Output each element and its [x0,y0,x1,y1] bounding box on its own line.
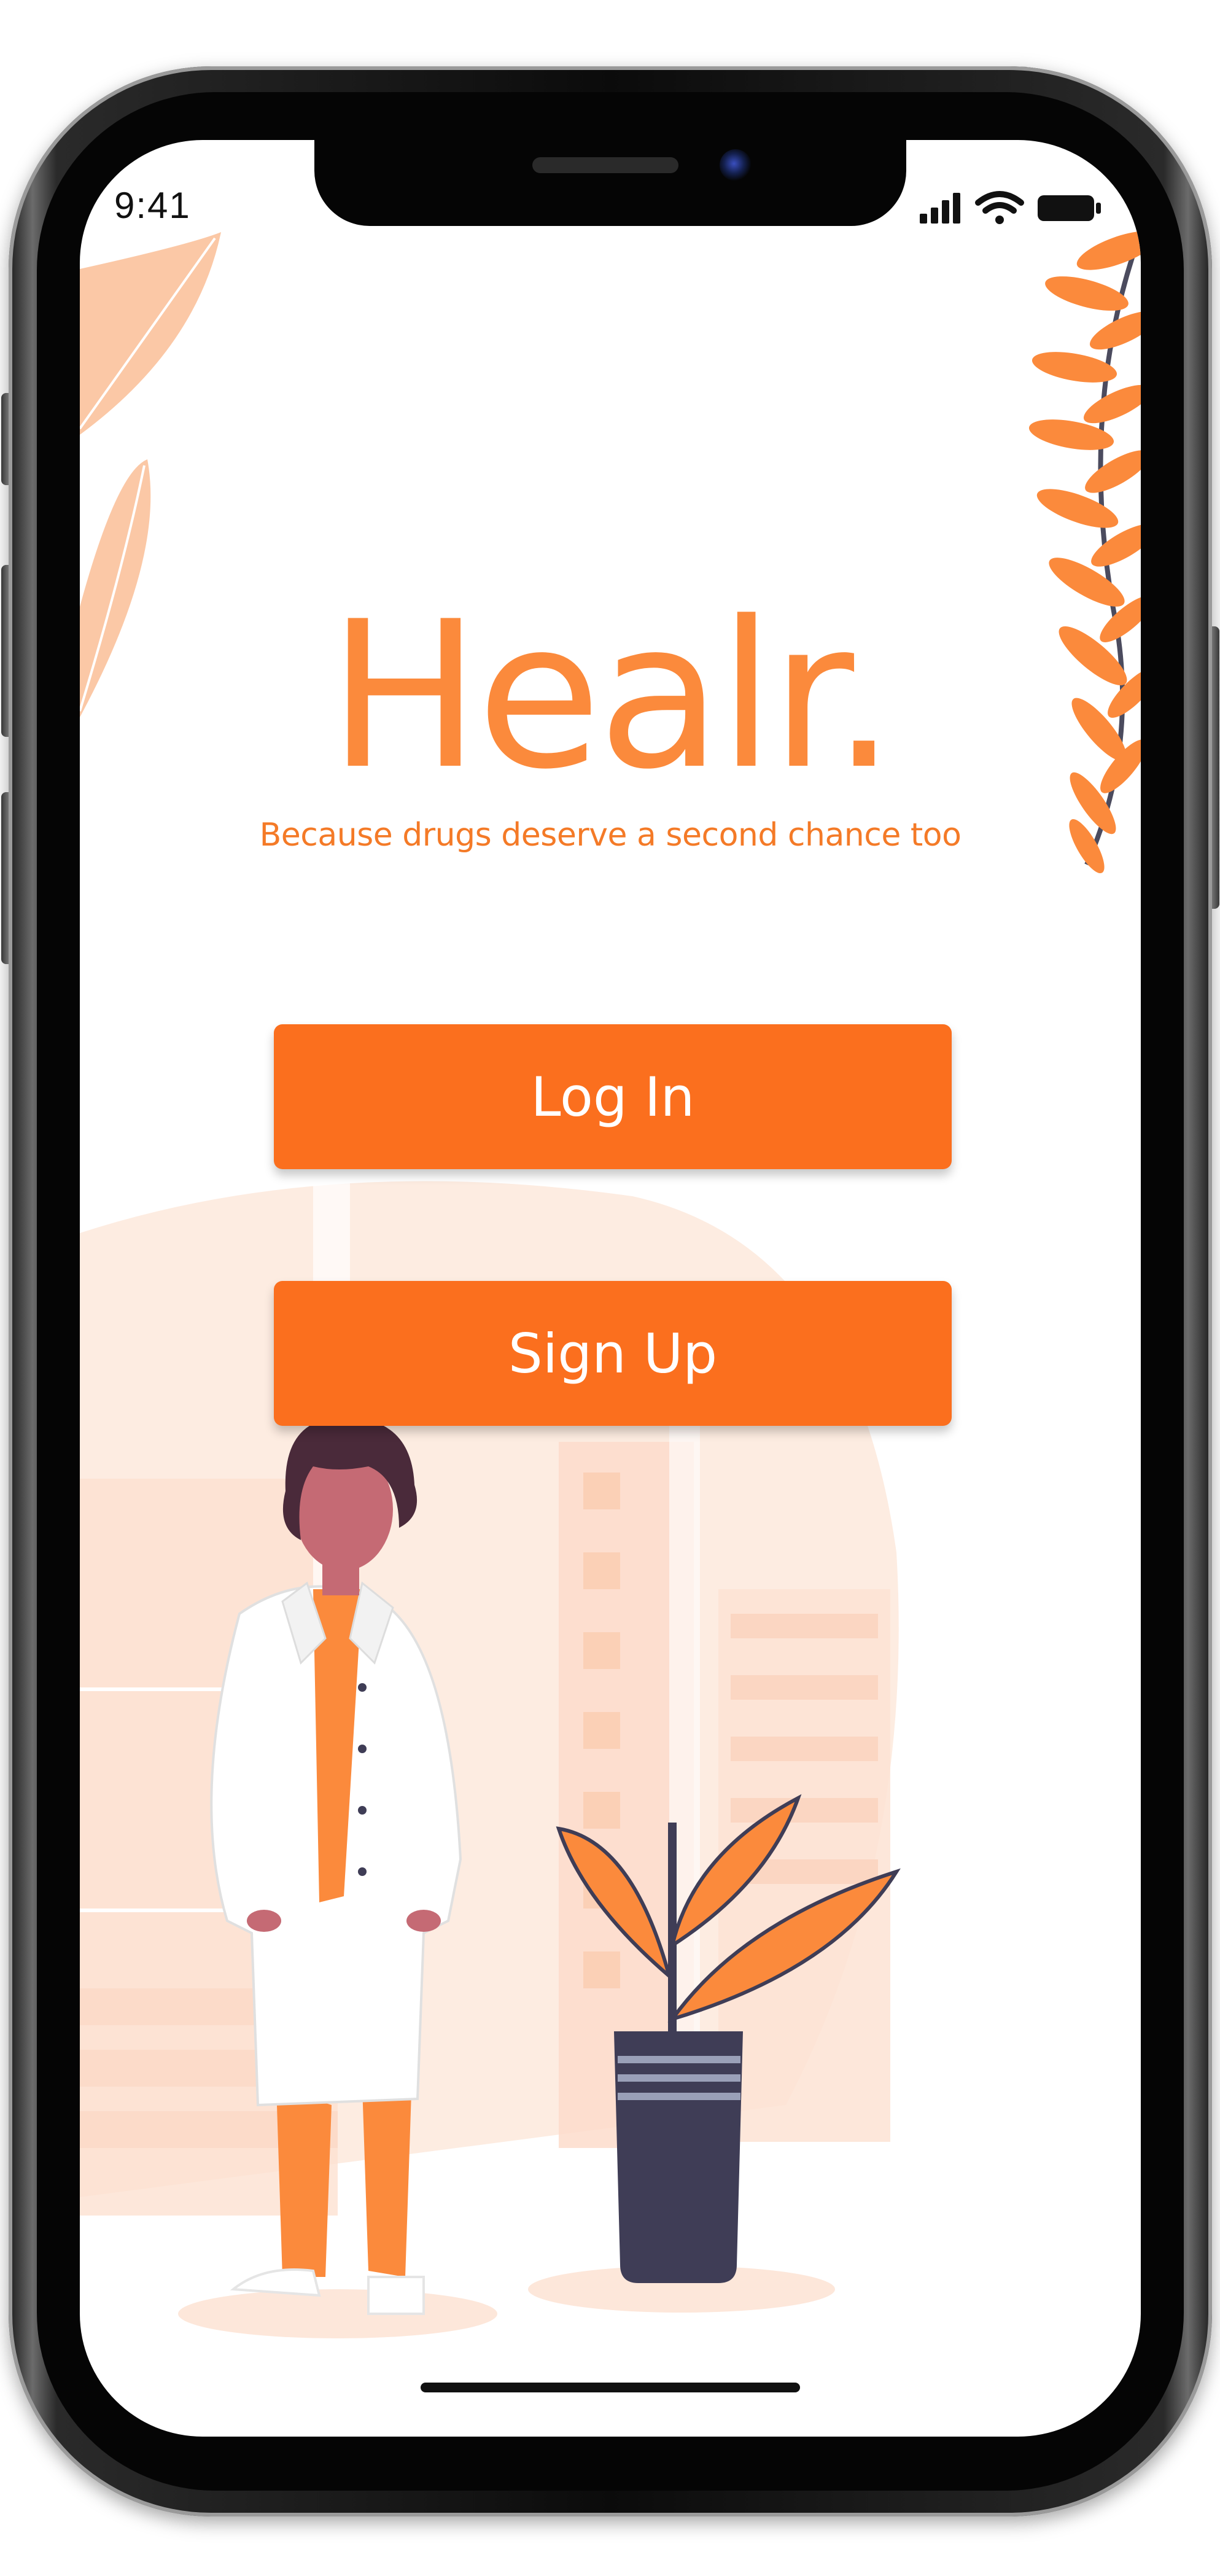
wifi-icon [975,191,1024,224]
login-button[interactable]: Log In [274,1024,952,1169]
app-title: Healr. [328,578,896,814]
screen-notch [314,140,906,226]
phone-mockup: 9:41 Healr. Because drugs deserve a seco… [0,0,1220,2576]
status-time: 9:41 [114,185,191,226]
signal-icon [920,193,960,224]
front-camera-icon [720,149,752,181]
home-indicator[interactable] [421,2383,800,2392]
signup-button[interactable]: Sign Up [274,1281,952,1426]
app-screen: 9:41 Healr. Because drugs deserve a seco… [80,140,1141,2437]
battery-icon [1038,195,1101,221]
earpiece-speaker [532,157,678,173]
app-tagline: Because drugs deserve a second chance to… [259,817,962,854]
leaf-top-left [80,232,221,435]
status-icons [920,191,1101,224]
